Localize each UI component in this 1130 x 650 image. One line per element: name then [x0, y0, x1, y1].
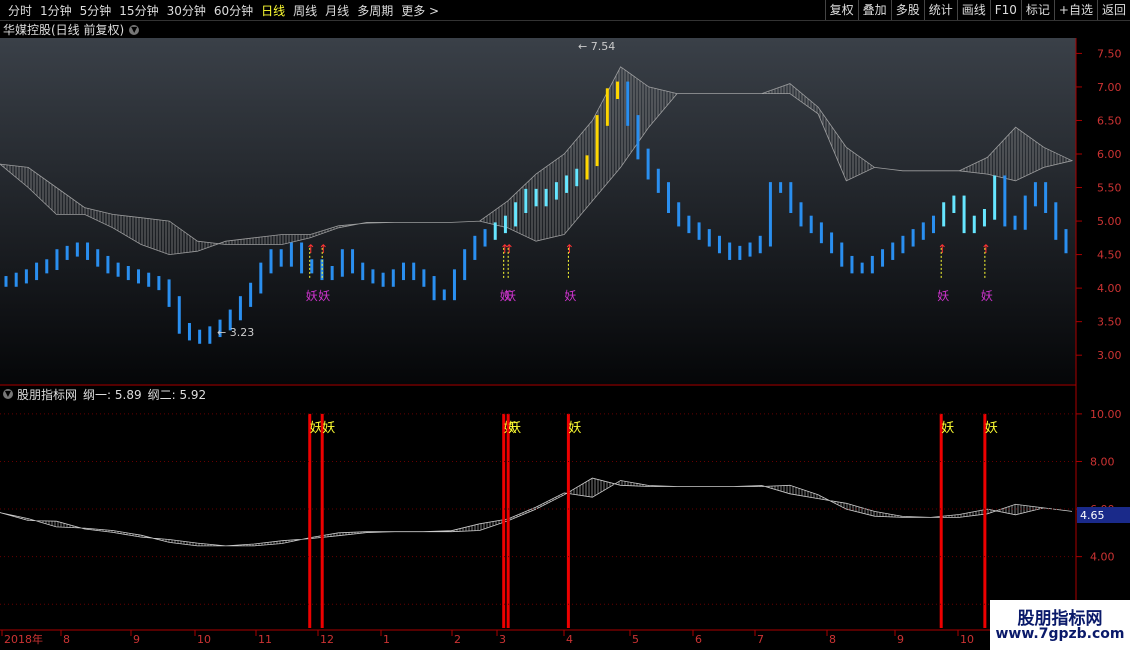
toolbar-action-button[interactable]: 标记: [1020, 0, 1054, 20]
price-panel-title: 华媒控股(日线 前复权): [3, 23, 125, 37]
x-tick-label: 11: [258, 633, 272, 646]
x-tick-label: 3: [499, 633, 506, 646]
toolbar-actions: 复权 叠加 多股 统计 画线 F10 标记 +自选 返回: [824, 0, 1130, 20]
x-tick-label: 6: [695, 633, 702, 646]
price-signal-label: 妖: [981, 289, 993, 303]
x-tick-label: 7: [757, 633, 764, 646]
indicator-y-tick-label: 4.00: [1090, 551, 1115, 564]
price-signal-label: 妖: [318, 289, 330, 303]
price-signal-arrow: ↑: [937, 242, 947, 256]
period-tab[interactable]: 多周期: [357, 2, 393, 19]
price-y-tick-label: 6.00: [1097, 148, 1122, 161]
period-tab[interactable]: 日线: [261, 2, 285, 19]
indicator-y-tick-label: 10.00: [1090, 408, 1122, 421]
chart-canvas[interactable]: ← 7.54← 3.23妖↑妖↑妖↑妖↑妖↑妖↑妖↑ 7.507.006.506…: [0, 0, 1130, 650]
indicator-line2: 纲二: 5.92: [147, 387, 207, 402]
period-tab[interactable]: 60分钟: [214, 2, 253, 19]
toolbar-action-button[interactable]: 叠加: [857, 0, 891, 20]
x-tick-label: 10: [197, 633, 211, 646]
period-tab[interactable]: 月线: [325, 2, 349, 19]
price-signal-label: 妖: [564, 289, 576, 303]
price-y-tick-label: 3.00: [1097, 349, 1122, 362]
price-y-tick-label: 5.50: [1097, 182, 1122, 195]
price-signal-arrow: ↑: [504, 242, 514, 256]
price-y-tick-label: 7.50: [1097, 47, 1122, 60]
period-tab[interactable]: 分时: [8, 2, 32, 19]
x-tick-label: 2: [454, 633, 461, 646]
period-tab[interactable]: 1分钟: [40, 2, 72, 19]
period-tabs: 分时 1分钟 5分钟 15分钟 30分钟 60分钟 日线 周线 月线 多周期 更多 >: [0, 0, 439, 20]
toolbar-action-button[interactable]: 复权: [824, 0, 858, 20]
toolbar-action-button[interactable]: +自选: [1053, 0, 1097, 20]
x-tick-label: 9: [133, 633, 140, 646]
high-price-label: ← 7.54: [578, 40, 615, 53]
x-axis-labels: 2018年 8 9 10 11 12 1 2 3 4 5 6 7 8 9 10: [1, 630, 974, 646]
toolbar: 分时 1分钟 5分钟 15分钟 30分钟 60分钟 日线 周线 月线 多周期 更多 > 复权 叠加 多股…: [0, 0, 1130, 21]
price-signal-label: 妖: [504, 289, 516, 303]
price-y-axis: 7.50 7.00 6.50 6.00 5.50 5.00 4.50 4.00 3.50 3.00: [1076, 47, 1122, 362]
price-signal-arrow: ↑: [318, 242, 328, 256]
signal-label: 妖: [508, 421, 521, 436]
indicator-menu-icon[interactable]: ▼: [3, 389, 13, 399]
x-tick-label: 4: [566, 633, 573, 646]
period-tab[interactable]: 30分钟: [167, 2, 206, 19]
indicator-line1: 纲一: 5.89: [83, 387, 142, 402]
x-tick-label: 10: [960, 633, 974, 646]
indicator-panel-header: ▼ 股朋指标网 纲一: 5.89 纲二: 5.92: [0, 386, 206, 402]
x-tick-label: 8: [829, 633, 836, 646]
price-signal-arrow: ↑: [306, 242, 316, 256]
period-tab[interactable]: 5分钟: [80, 2, 112, 19]
watermark-url: www.7gpzb.com: [995, 626, 1125, 642]
toolbar-action-button[interactable]: 统计: [923, 0, 957, 20]
x-tick-label: 8: [63, 633, 70, 646]
price-y-tick-label: 6.50: [1097, 114, 1122, 127]
signal-label: 妖: [322, 421, 335, 436]
price-signal-arrow: ↑: [564, 242, 574, 256]
x-tick-label: 9: [897, 633, 904, 646]
indicator-plot-area: [0, 402, 1076, 628]
low-price-label: ← 3.23: [217, 326, 254, 339]
x-tick-label: 1: [383, 633, 390, 646]
period-tab[interactable]: 周线: [293, 2, 317, 19]
indicator-name: 股朋指标网: [17, 387, 78, 402]
x-tick-label: 2018年: [4, 632, 43, 646]
toolbar-action-button[interactable]: 画线: [956, 0, 990, 20]
toolbar-action-button[interactable]: 返回: [1096, 0, 1130, 20]
period-tab[interactable]: 15分钟: [119, 2, 158, 19]
price-signal-arrow: ↑: [981, 242, 991, 256]
signal-label: 妖: [568, 421, 581, 436]
price-signal-label: 妖: [306, 289, 318, 303]
price-y-tick-label: 4.00: [1097, 282, 1122, 295]
x-tick-label: 5: [632, 633, 639, 646]
current-value-label: 4.65: [1080, 509, 1105, 522]
x-tick-label: 12: [320, 633, 334, 646]
panel-menu-icon[interactable]: ▼: [129, 24, 140, 35]
indicator-y-tick-label: 8.00: [1090, 455, 1115, 468]
signal-label: 妖: [941, 421, 954, 436]
price-y-tick-label: 7.00: [1097, 81, 1122, 94]
toolbar-action-button[interactable]: 多股: [890, 0, 924, 20]
price-y-tick-label: 4.50: [1097, 249, 1122, 262]
watermark: 股朋指标网 www.7gpzb.com: [990, 600, 1130, 650]
price-signal-label: 妖: [937, 289, 949, 303]
price-y-tick-label: 3.50: [1097, 316, 1122, 329]
period-tab[interactable]: 更多 >: [401, 2, 439, 19]
signal-label: 妖: [985, 421, 998, 436]
price-y-tick-label: 5.00: [1097, 215, 1122, 228]
toolbar-action-button[interactable]: F10: [989, 0, 1021, 20]
price-panel-header: 华媒控股(日线 前复权) ▼: [0, 21, 140, 38]
